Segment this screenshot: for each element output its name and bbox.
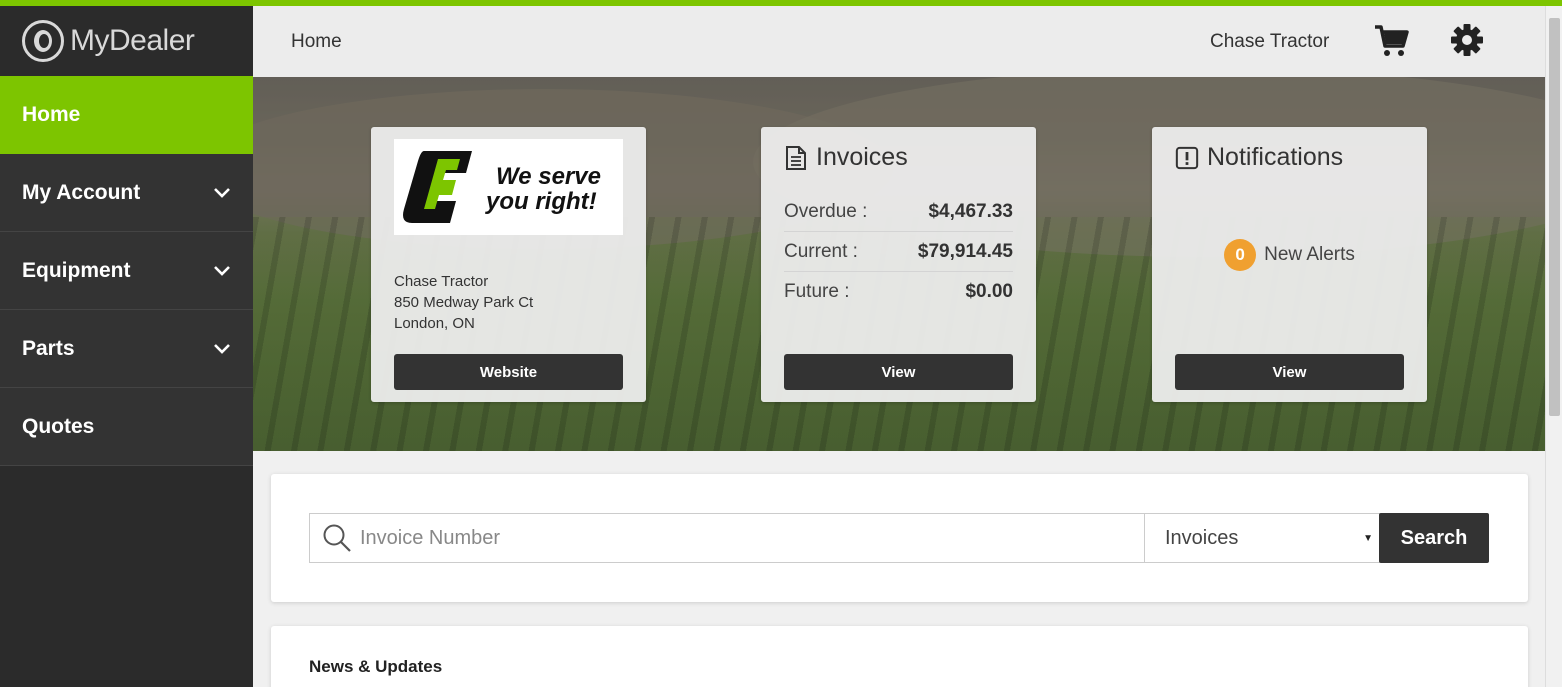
website-button[interactable]: Website (394, 354, 623, 390)
breadcrumb[interactable]: Home (291, 31, 342, 53)
invoice-row-value: $79,914.45 (917, 240, 1013, 262)
invoice-row-value: $0.00 (965, 281, 1013, 302)
header: Home Chase Tractor (253, 6, 1545, 77)
chevron-down-icon (214, 343, 230, 354)
sidebar-item-my-account[interactable]: My Account (0, 154, 253, 232)
news-panel: News & Updates (271, 626, 1528, 687)
dealer-logo: We serve you right! (394, 139, 623, 235)
invoice-row-value: $4,467.33 (928, 200, 1013, 222)
dealer-card: We serve you right! Chase Tractor 850 Me… (371, 127, 646, 402)
document-icon (786, 145, 806, 170)
invoice-row-label: Future : (784, 281, 850, 302)
alerts-label: New Alerts (1264, 244, 1355, 265)
app-logo[interactable]: MyDealer (0, 6, 253, 76)
dealer-address-name: Chase Tractor (394, 273, 489, 290)
gear-icon[interactable] (1450, 23, 1484, 57)
search-input[interactable] (360, 526, 1120, 550)
select-caret-icon: ▼ (1363, 532, 1373, 544)
dealer-logo-graphic: We serve you right! (403, 151, 601, 223)
alerts-count-badge: 0 (1224, 239, 1257, 271)
invoice-row-future: Future : $0.00 (784, 272, 1013, 312)
view-invoices-button[interactable]: View (784, 354, 1013, 390)
news-title: News & Updates (309, 657, 443, 676)
logo-icon (22, 20, 64, 62)
sidebar-item-equipment[interactable]: Equipment (0, 232, 253, 310)
alert-icon (1175, 146, 1199, 169)
search-box[interactable] (309, 513, 1145, 563)
new-alerts[interactable]: 0 New Alerts (1152, 239, 1427, 271)
invoices-title: Invoices (784, 143, 908, 172)
dealer-address-city: London, ON (394, 315, 475, 332)
sidebar-item-label: Home (22, 103, 81, 126)
notifications-card: Notifications 0 New Alerts View (1152, 127, 1427, 402)
dealer-logo-line1: We serve (496, 163, 601, 190)
invoice-row-current: Current : $79,914.45 (784, 232, 1013, 272)
search-button[interactable]: Search (1379, 513, 1489, 563)
dealer-address-street: 850 Medway Park Ct (394, 294, 534, 311)
notifications-title-text: Notifications (1207, 143, 1344, 171)
invoices-card: Invoices Overdue : $4,467.33 Current : $… (761, 127, 1036, 402)
sidebar-item-parts[interactable]: Parts (0, 310, 253, 388)
dealer-name[interactable]: Chase Tractor (1210, 31, 1329, 53)
search-panel: Invoices ▼ Search (271, 474, 1528, 602)
search-type-value: Invoices (1165, 526, 1239, 549)
chevron-down-icon (214, 265, 230, 276)
scrollbar-thumb[interactable] (1549, 18, 1560, 416)
search-icon (323, 524, 351, 552)
invoice-row-label: Current : (784, 240, 858, 262)
view-notifications-button[interactable]: View (1175, 354, 1404, 390)
invoice-summary: Overdue : $4,467.33 Current : $79,914.45… (784, 192, 1013, 312)
hero-banner: We serve you right! Chase Tractor 850 Me… (253, 77, 1545, 451)
invoice-row-label: Overdue : (784, 200, 868, 222)
dealer-logo-line2: you right! (485, 188, 597, 215)
sidebar-item-label: Quotes (22, 414, 95, 438)
sidebar-item-home[interactable]: Home (0, 76, 253, 154)
sidebar-item-label: Parts (22, 336, 75, 360)
sidebar: MyDealer Home My Account Equipment Parts… (0, 6, 253, 687)
logo-text: MyDealer (70, 24, 195, 57)
sidebar-item-quotes[interactable]: Quotes (0, 388, 253, 466)
search-type-select[interactable]: Invoices ▼ (1144, 513, 1380, 563)
cart-icon[interactable] (1373, 22, 1409, 58)
chevron-down-icon (214, 187, 230, 198)
sidebar-item-label: My Account (22, 180, 141, 204)
sidebar-item-label: Equipment (22, 258, 131, 282)
invoice-row-overdue: Overdue : $4,467.33 (784, 192, 1013, 232)
dealer-address: Chase Tractor 850 Medway Park Ct London,… (394, 271, 533, 334)
notifications-title: Notifications (1175, 143, 1343, 172)
page-scrollbar[interactable] (1545, 6, 1562, 687)
invoices-title-text: Invoices (816, 143, 908, 171)
